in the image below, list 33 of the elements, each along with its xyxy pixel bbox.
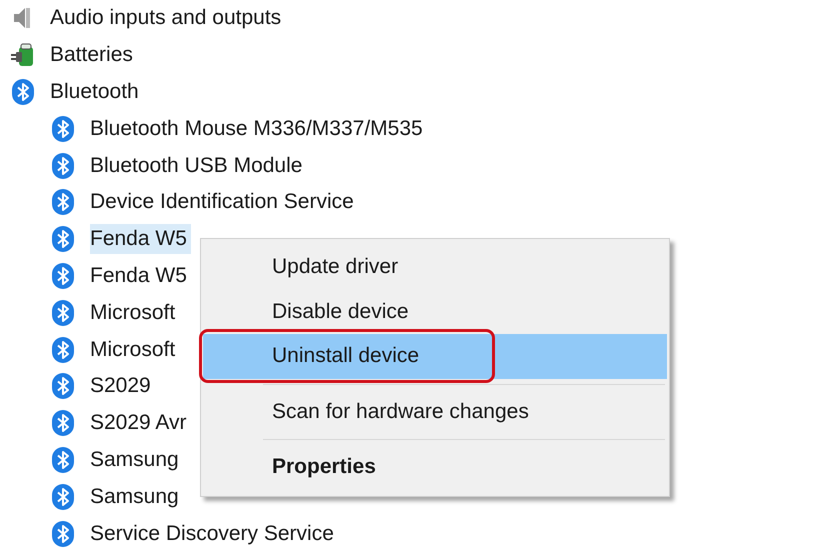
tree-item[interactable]: Audio inputs and outputs [50, 3, 286, 34]
bluetooth-icon [50, 373, 76, 400]
tree-item[interactable]: Device Identification Service [90, 187, 358, 218]
menu-item[interactable]: Properties [203, 445, 667, 490]
bluetooth-icon [50, 226, 76, 252]
bluetooth-icon [50, 300, 76, 326]
tree-item[interactable]: Microsoft [90, 298, 180, 328]
bluetooth-icon [50, 336, 76, 363]
tree-item[interactable]: Bluetooth USB Module [90, 150, 306, 181]
tree-item[interactable]: Samsung [90, 482, 183, 512]
tree-item[interactable]: S2029 Avr [90, 408, 191, 438]
tree-item[interactable]: Fenda W5 [90, 224, 191, 254]
battery-icon [10, 42, 36, 68]
menu-item[interactable]: Scan for hardware changes [203, 390, 667, 434]
tree-item[interactable]: Samsung [90, 444, 183, 475]
bluetooth-icon [50, 446, 76, 473]
tree-item[interactable]: Batteries [50, 40, 137, 70]
tree-item[interactable]: Fenda W5 [90, 260, 191, 291]
bluetooth-icon [50, 484, 76, 510]
tree-item[interactable]: Bluetooth Mouse M336/M337/M535 [90, 114, 427, 144]
bluetooth-icon [50, 520, 76, 547]
menu-item[interactable]: Update driver [203, 245, 667, 290]
tree-item[interactable]: S2029 [90, 371, 155, 402]
bluetooth-icon [50, 116, 76, 142]
menu-item[interactable]: Disable device [203, 290, 667, 334]
bluetooth-icon [50, 262, 76, 289]
bluetooth-icon [50, 410, 76, 436]
bluetooth-icon [50, 189, 76, 216]
tree-item[interactable]: Bluetooth [50, 76, 143, 107]
tree-item[interactable]: Microsoft [90, 334, 180, 365]
tree-item[interactable]: Service Discovery Service [90, 518, 338, 549]
bluetooth-icon [10, 78, 36, 105]
bluetooth-icon [50, 152, 76, 179]
